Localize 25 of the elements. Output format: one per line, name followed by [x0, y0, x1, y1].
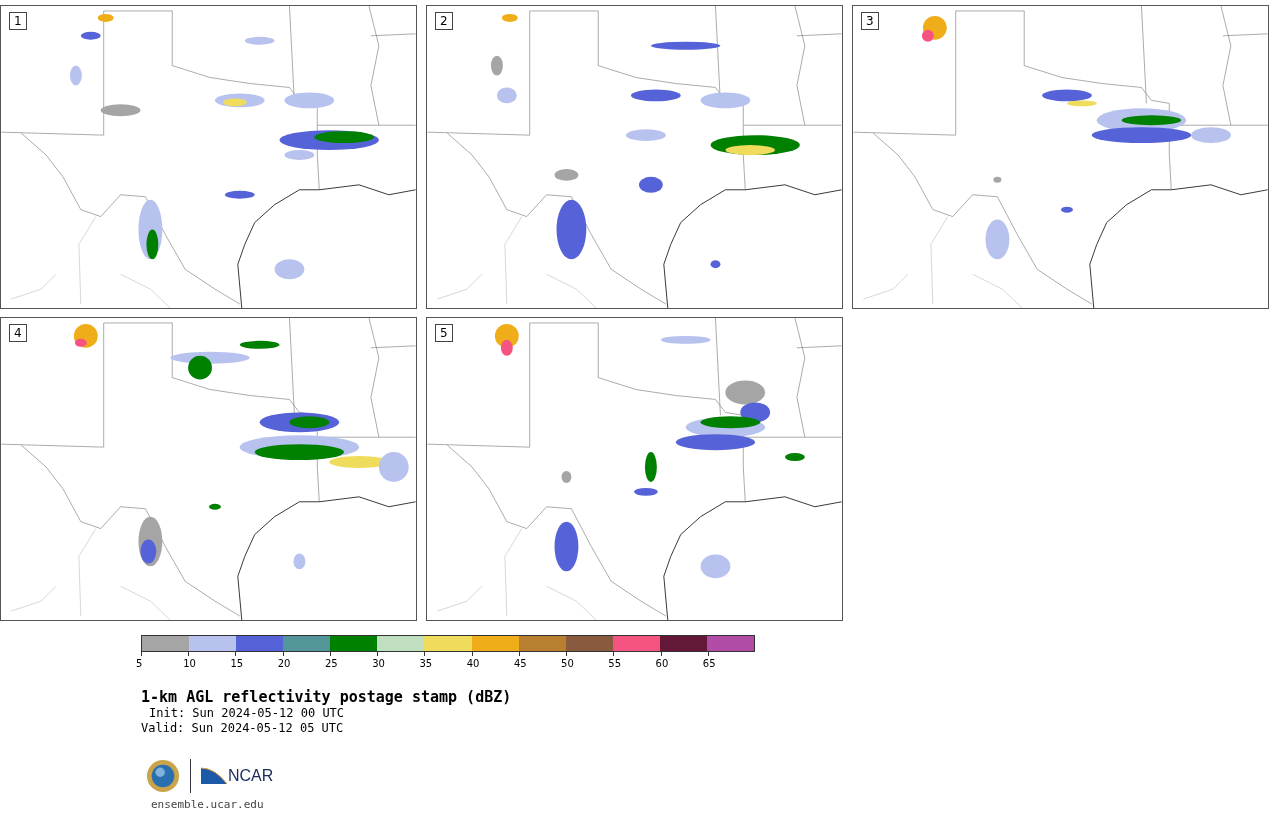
- panel-number: 3: [861, 12, 879, 30]
- valid-time: Valid: Sun 2024-05-12 05 UTC: [141, 721, 345, 736]
- panel-number: 5: [435, 324, 453, 342]
- scale-tick-label: 20: [277, 658, 291, 669]
- chart-title: 1-km AGL reflectivity postage stamp (dBZ): [141, 688, 513, 706]
- scale-tick-label: 65: [702, 658, 716, 669]
- site-url: ensemble.ucar.edu: [151, 798, 265, 811]
- scale-tick-label: 35: [419, 658, 433, 669]
- scale-tick-label: 15: [230, 658, 244, 669]
- panel-number: 1: [9, 12, 27, 30]
- logo-text: NCAR: [228, 767, 274, 785]
- seal-logo-icon: [146, 759, 180, 793]
- scale-tick-label: 50: [561, 658, 574, 669]
- scale-tick-label: 30: [372, 658, 385, 669]
- scale-tick-label: 60: [655, 658, 669, 669]
- swoosh-logo-icon: [201, 766, 227, 786]
- scale-tick-label: 5: [136, 658, 143, 669]
- scale-tick-label: 40: [466, 658, 480, 669]
- scale-tick-label: 55: [608, 658, 622, 669]
- scale-tick-label: 25: [324, 658, 338, 669]
- panel-number: 4: [9, 324, 27, 342]
- init-time: Init: Sun 2024-05-12 00 UTC: [148, 706, 346, 721]
- scale-tick-label: 10: [183, 658, 196, 669]
- scale-tick-label: 45: [513, 658, 527, 669]
- panel-number: 2: [435, 12, 453, 30]
